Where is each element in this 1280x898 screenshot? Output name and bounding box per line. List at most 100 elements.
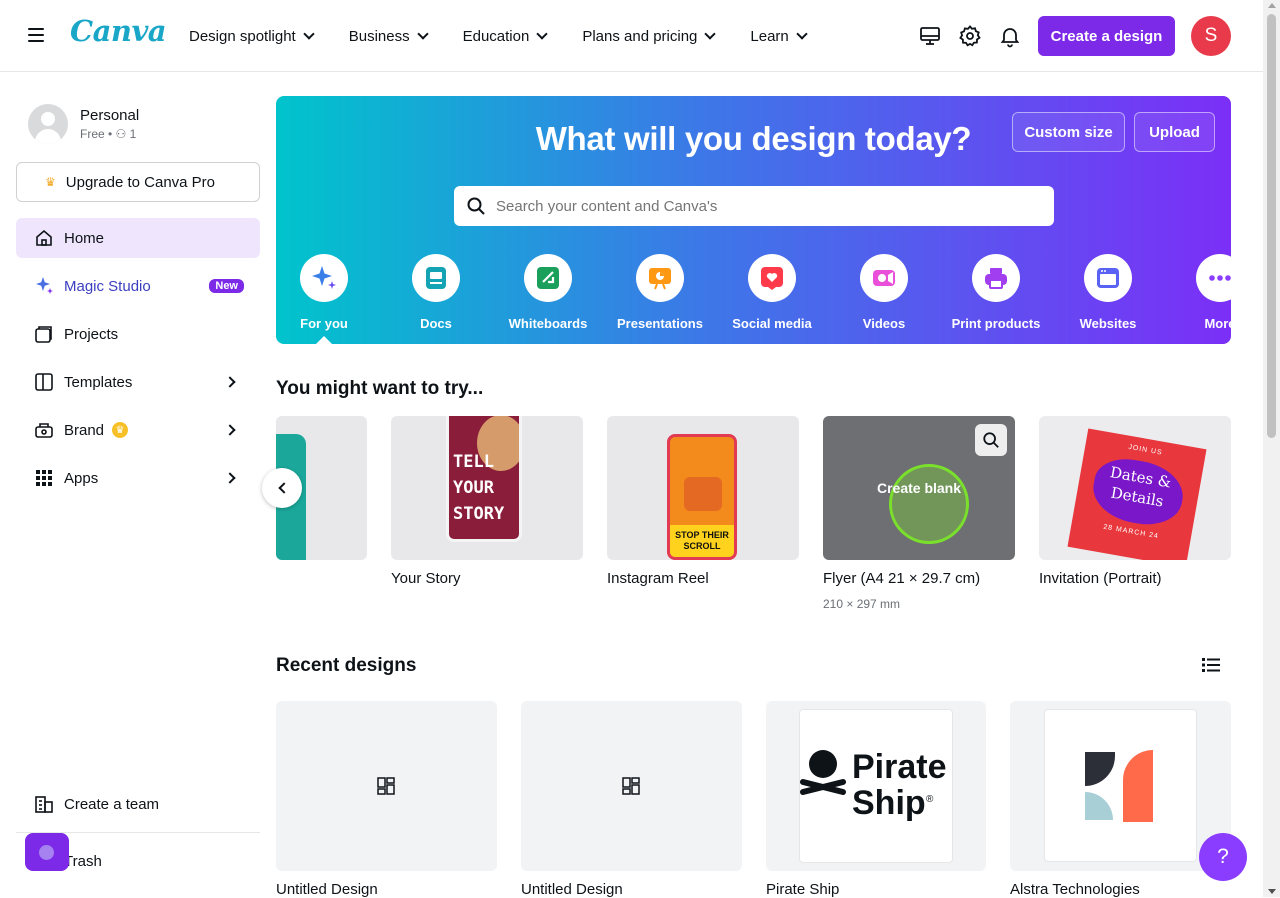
profile-avatar [28, 104, 68, 144]
category-social-media[interactable]: Social media [716, 254, 828, 331]
sidebar-item-magic-studio[interactable]: Magic Studio New [16, 266, 260, 306]
sidebar-item-projects[interactable]: Projects [16, 314, 260, 354]
page-scrollbar[interactable] [1263, 0, 1280, 897]
sidebar-item-apps[interactable]: Apps [16, 458, 260, 498]
try-card-your-story[interactable]: TELL YOUR STORY [391, 416, 583, 560]
video-icon [860, 254, 908, 302]
recent-section-title: Recent designs [276, 655, 417, 676]
sidebar-item-label: Magic Studio [64, 277, 151, 295]
heart-icon [748, 254, 796, 302]
preview-search-button[interactable] [975, 424, 1007, 456]
recent-design-card[interactable]: Pirate Ship ® [766, 701, 986, 871]
recent-design-card[interactable] [521, 701, 742, 871]
skull-icon [800, 750, 846, 795]
sidebar-item-home[interactable]: Home [16, 218, 260, 258]
try-card-invitation[interactable]: JOIN US Dates & Details 28 MARCH 24 [1039, 416, 1231, 560]
recent-design-card[interactable] [1010, 701, 1231, 871]
chevron-down-icon [303, 28, 315, 40]
brand-icon [34, 420, 54, 440]
pirate-logo-text-2: Ship [852, 784, 926, 822]
create-design-button[interactable]: Create a design [1038, 16, 1175, 56]
upgrade-pro-button[interactable]: ♛ Upgrade to Canva Pro [16, 162, 260, 202]
recent-design-label: Untitled Design [521, 881, 623, 898]
nav-education[interactable]: Education [462, 27, 548, 45]
whiteboard-icon [524, 254, 572, 302]
sidebar-item-brand[interactable]: Brand ♛ [16, 410, 260, 450]
chevron-right-icon [224, 472, 236, 484]
list-view-icon[interactable] [1202, 657, 1220, 673]
help-button[interactable]: ? [1199, 833, 1247, 881]
settings-gear-icon[interactable] [958, 24, 982, 48]
category-docs[interactable]: Docs [380, 254, 492, 331]
chevron-down-icon [704, 28, 717, 40]
sidebar-item-templates[interactable]: Templates [16, 362, 260, 402]
doc-icon [412, 254, 460, 302]
try-card-label: Your Story [391, 570, 461, 587]
nav-label: Plans and pricing [582, 27, 698, 45]
profile-plan: Free • ⚇ 1 [80, 127, 137, 141]
nav-label: Business [348, 27, 410, 45]
category-for-you[interactable]: For you [276, 254, 380, 331]
category-websites[interactable]: Websites [1052, 254, 1164, 331]
category-label: For you [300, 316, 348, 331]
sidebar-item-label: Brand [64, 421, 105, 439]
custom-size-button[interactable]: Custom size [1012, 112, 1125, 152]
recent-design-label: Alstra Technologies [1010, 881, 1140, 898]
home-icon [34, 228, 54, 248]
nav-learn[interactable]: Learn [750, 28, 808, 45]
main-nav: Design spotlight Business Education Plan… [189, 0, 842, 72]
printer-icon [972, 254, 1020, 302]
category-label: Docs [420, 316, 452, 331]
category-label: Print products [951, 316, 1041, 331]
carousel-back-button[interactable] [262, 468, 302, 508]
nav-label: Education [462, 27, 530, 45]
registered-mark: ® [926, 794, 934, 805]
category-presentations[interactable]: Presentations [604, 254, 716, 331]
apps-grid-icon [34, 468, 54, 488]
try-card-label: Invitation (Portrait) [1039, 570, 1162, 587]
canva-logo[interactable]: Canva [70, 14, 167, 48]
desktop-app-icon[interactable] [918, 24, 942, 48]
category-label: Websites [1079, 316, 1137, 331]
hero-search-bar[interactable] [454, 186, 1054, 226]
category-print-products[interactable]: Print products [940, 254, 1052, 331]
handbag-image [684, 477, 722, 511]
category-label: Presentations [617, 316, 703, 331]
nav-plans-pricing[interactable]: Plans and pricing [582, 27, 717, 45]
chevron-down-icon [416, 28, 429, 40]
assistant-bubble-icon[interactable] [25, 833, 69, 871]
scroll-up-icon[interactable] [1268, 3, 1276, 8]
chevron-down-icon [796, 28, 808, 40]
user-avatar[interactable]: S [1191, 16, 1231, 56]
selected-category-pointer [316, 336, 332, 344]
invitation-poster: JOIN US Dates & Details 28 MARCH 24 [1067, 428, 1207, 560]
try-section-title: You might want to try... [276, 378, 484, 399]
category-whiteboards[interactable]: Whiteboards [492, 254, 604, 331]
try-card-instagram-reel[interactable]: STOP THEIR SCROLL [607, 416, 799, 560]
chevron-right-icon [224, 424, 236, 436]
story-poster: TELL YOUR STORY [446, 416, 522, 542]
scrollbar-thumb[interactable] [1267, 14, 1276, 438]
category-more[interactable]: More [1164, 254, 1231, 331]
search-input[interactable] [496, 197, 1036, 215]
search-icon [983, 432, 999, 448]
upload-button[interactable]: Upload [1134, 112, 1215, 152]
try-card-flyer[interactable]: Create blank [823, 416, 1015, 560]
nav-design-spotlight[interactable]: Design spotlight [189, 28, 315, 45]
category-videos[interactable]: Videos [828, 254, 940, 331]
recent-design-card[interactable] [276, 701, 497, 871]
menu-icon[interactable] [28, 28, 44, 42]
nav-business[interactable]: Business [348, 27, 429, 45]
try-card-dimensions: 210 × 297 mm [823, 597, 901, 611]
notification-bell-icon[interactable] [998, 24, 1022, 48]
building-icon [34, 794, 54, 814]
recent-design-label: Untitled Design [276, 881, 378, 898]
story-poster-text: TELL YOUR STORY [453, 452, 505, 524]
create-team-button[interactable]: Create a team [16, 784, 260, 824]
search-icon [467, 197, 485, 215]
invitation-title: Dates & Details [1088, 453, 1188, 531]
invitation-bottom-text: 28 MARCH 24 [1102, 523, 1160, 541]
scroll-down-icon[interactable] [1268, 889, 1276, 894]
pirate-logo-text-1: Pirate [852, 748, 947, 786]
profile-switcher[interactable]: Personal Free • ⚇ 1 [28, 104, 139, 144]
